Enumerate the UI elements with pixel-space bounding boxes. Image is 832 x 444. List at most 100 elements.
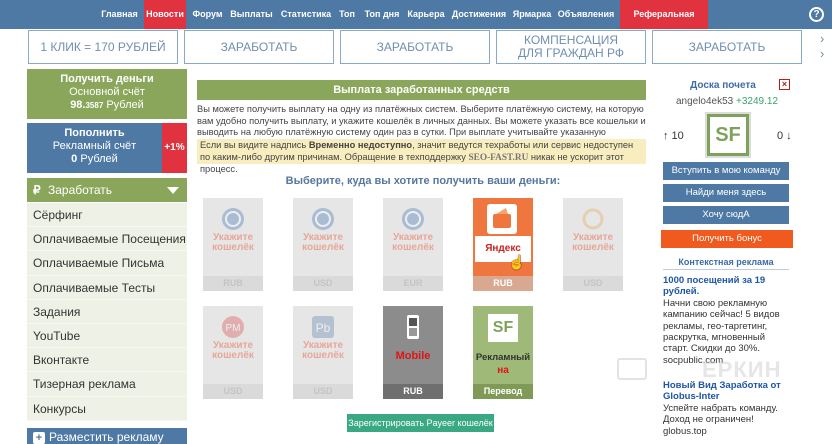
menu-item-paid-tests[interactable]: Оплачиваемые Тесты xyxy=(27,276,187,300)
menu-item-surfing[interactable]: Сёрфинг xyxy=(27,203,187,228)
join-team-button[interactable]: Вступить в мою команду xyxy=(663,162,789,180)
get-bonus-button[interactable]: Получить бонус xyxy=(661,230,793,248)
ad-account-label: Рекламный счёт xyxy=(52,140,137,152)
menu-item-vkontakte[interactable]: Вконтакте xyxy=(27,348,187,373)
tile-currency: RUB xyxy=(203,276,263,291)
tile-currency: EUR xyxy=(383,276,443,291)
payout-tile-yandex[interactable]: Яндекс RUB ☝ xyxy=(473,198,533,291)
nav-top[interactable]: Топ xyxy=(336,0,358,29)
nav-ads[interactable]: Объявления xyxy=(556,0,616,29)
yandex-money-icon xyxy=(487,204,517,234)
avatar-logo: SF xyxy=(710,117,746,153)
earn-menu-title: Заработать xyxy=(47,183,113,197)
banner-5-label: ЗАРАБОТАТЬ xyxy=(688,39,766,54)
ad-transfer-sublabel: на xyxy=(497,365,509,376)
main-account-balance: 98.3587 Рублей xyxy=(70,99,144,111)
menu-item-paid-letters[interactable]: Оплачиваемые Письма xyxy=(27,251,187,276)
topup-title: Пополнить xyxy=(64,127,125,139)
menu-item-youtube[interactable]: YouTube xyxy=(27,324,187,349)
sf-logo-icon: SF xyxy=(488,314,518,342)
dislikes-count[interactable]: 0 ↓ xyxy=(777,130,792,142)
webmoney-icon xyxy=(402,208,424,230)
ad-headline[interactable]: 1000 посещений за 19 рублей. xyxy=(663,275,791,298)
tile-warning: Укажите кошелёк xyxy=(212,340,254,361)
page-title: Выплата заработанных средств xyxy=(197,80,646,100)
circle-icon xyxy=(582,208,604,230)
close-icon[interactable]: × xyxy=(779,79,790,90)
want-here-button[interactable]: Хочу сюдА xyxy=(663,206,789,224)
earn-menu-header[interactable]: ₽ Заработать xyxy=(27,178,187,202)
nav-fair[interactable]: Ярмарка xyxy=(512,0,552,29)
banner-2[interactable]: ЗАРАБОТАТЬ xyxy=(184,30,334,64)
top-navigation: Главная Новости Форум Выплаты Статистика… xyxy=(0,0,832,48)
tile-currency: Перевод xyxy=(473,384,533,399)
payout-tile-webmoney-rub[interactable]: Укажите кошелёк RUB xyxy=(203,198,263,291)
nav-news[interactable]: Новости xyxy=(144,0,186,29)
nav-forum[interactable]: Форум xyxy=(189,0,226,29)
webmoney-icon xyxy=(222,208,244,230)
payout-tile-usd-system[interactable]: Укажите кошелёк USD xyxy=(563,198,623,291)
payout-tile-webmoney-usd[interactable]: Укажите кошелёк USD xyxy=(293,198,353,291)
context-ad-1[interactable]: 1000 посещений за 19 рублей. Начни свою … xyxy=(663,275,791,366)
nav-career[interactable]: Карьера xyxy=(406,0,446,29)
tile-warning: Укажите кошелёк xyxy=(392,232,434,253)
tile-currency: USD xyxy=(293,384,353,399)
banner-2-label: ЗАРАБОТАТЬ xyxy=(220,39,298,54)
banner-3[interactable]: ЗАРАБОТАТЬ xyxy=(340,30,490,64)
topup-panel[interactable]: Пополнить Рекламный счёт 0 Рублей xyxy=(27,123,162,173)
banner-1[interactable]: 1 КЛИК = 170 РУБЛЕЙ xyxy=(28,30,178,64)
banner-4[interactable]: КОМПЕНСАЦИЯ ДЛЯ ГРАЖДАН РФ xyxy=(496,30,646,64)
nav-home[interactable]: Главная xyxy=(98,0,141,29)
payeer-icon: Pb xyxy=(312,316,334,338)
main-account-label: Основной счёт xyxy=(69,86,145,98)
tile-currency: RUB xyxy=(383,384,443,399)
likes-count[interactable]: ↑ 10 xyxy=(663,130,684,142)
perfect-money-icon: PM xyxy=(222,316,244,338)
context-ads-title: Контекстная реклама xyxy=(663,257,789,270)
choose-system-heading: Выберите, куда вы хотите получить ваши д… xyxy=(285,175,561,187)
honor-board-user[interactable]: angelo4ek53 +3249.12 xyxy=(663,96,791,107)
ad-url[interactable]: globus.top xyxy=(663,426,791,437)
help-icon[interactable]: ? xyxy=(809,7,824,22)
banner-4-label: КОМПЕНСАЦИЯ ДЛЯ ГРАЖДАН РФ xyxy=(518,33,624,60)
chevron-down-icon xyxy=(167,187,179,194)
nav-statistics[interactable]: Статистика xyxy=(279,0,333,29)
payout-tile-ad-transfer[interactable]: SF Рекламный на Перевод xyxy=(473,306,533,399)
tile-warning: Укажите кошелёк xyxy=(302,232,344,253)
nav-referral-wall[interactable]: Реферальная стена xyxy=(620,0,708,48)
nav-top-day[interactable]: Топ дня xyxy=(362,0,402,29)
watermark: ЕРКИН xyxy=(702,357,782,382)
payout-tile-mobile[interactable]: Mobile RUB xyxy=(383,306,443,399)
banner-1-label: 1 КЛИК = 170 РУБЛЕЙ xyxy=(40,39,166,54)
get-money-panel[interactable]: Получить деньги Основной счёт 98.3587 Ру… xyxy=(27,69,187,119)
mobile-phone-icon xyxy=(407,315,419,339)
menu-item-teaser-ads[interactable]: Тизерная реклама xyxy=(27,372,187,397)
tile-currency: USD xyxy=(293,276,353,291)
place-ad-label: Разместить рекламу xyxy=(49,430,164,444)
topup-bonus-badge: +1% xyxy=(162,123,187,173)
hand-cursor-icon: ☝ xyxy=(508,254,526,270)
ruble-icon: ₽ xyxy=(33,183,41,197)
menu-item-tasks[interactable]: Задания xyxy=(27,300,187,324)
earn-menu: Сёрфинг Оплачиваемые Посещения Оплачивае… xyxy=(27,203,187,421)
avatar[interactable]: SF xyxy=(705,112,751,158)
plus-icon: + xyxy=(33,432,45,444)
banner-5[interactable]: ЗАРАБОТАТЬ xyxy=(652,30,802,64)
menu-item-paid-visits[interactable]: Оплачиваемые Посещения xyxy=(27,227,187,252)
banner-scroll-arrows-icon[interactable]: › › xyxy=(820,31,832,63)
find-me-button[interactable]: Найди меня здесь xyxy=(663,184,789,202)
nav-payouts[interactable]: Выплаты xyxy=(228,0,275,29)
payout-tile-webmoney-eur[interactable]: Укажите кошелёк EUR xyxy=(383,198,443,291)
svg-text:Pb: Pb xyxy=(316,321,331,335)
payout-tile-payeer[interactable]: Pb Укажите кошелёк USD xyxy=(293,306,353,399)
payout-tile-perfect-money[interactable]: PM Укажите кошелёк USD xyxy=(203,306,263,399)
tile-currency: USD xyxy=(563,276,623,291)
mobile-label: Mobile xyxy=(395,350,431,362)
place-ad-header[interactable]: + Разместить рекламу xyxy=(27,428,187,444)
ad-transfer-label: Рекламный xyxy=(475,352,531,363)
register-payeer-button[interactable]: Зарегистрировать Payeer кошелёк xyxy=(347,414,494,432)
tile-warning: Укажите кошелёк xyxy=(302,340,344,361)
menu-item-contests[interactable]: Конкурсы xyxy=(27,397,187,421)
tile-warning: Укажите кошелёк xyxy=(572,232,614,253)
nav-achievements[interactable]: Достижения xyxy=(449,0,509,29)
